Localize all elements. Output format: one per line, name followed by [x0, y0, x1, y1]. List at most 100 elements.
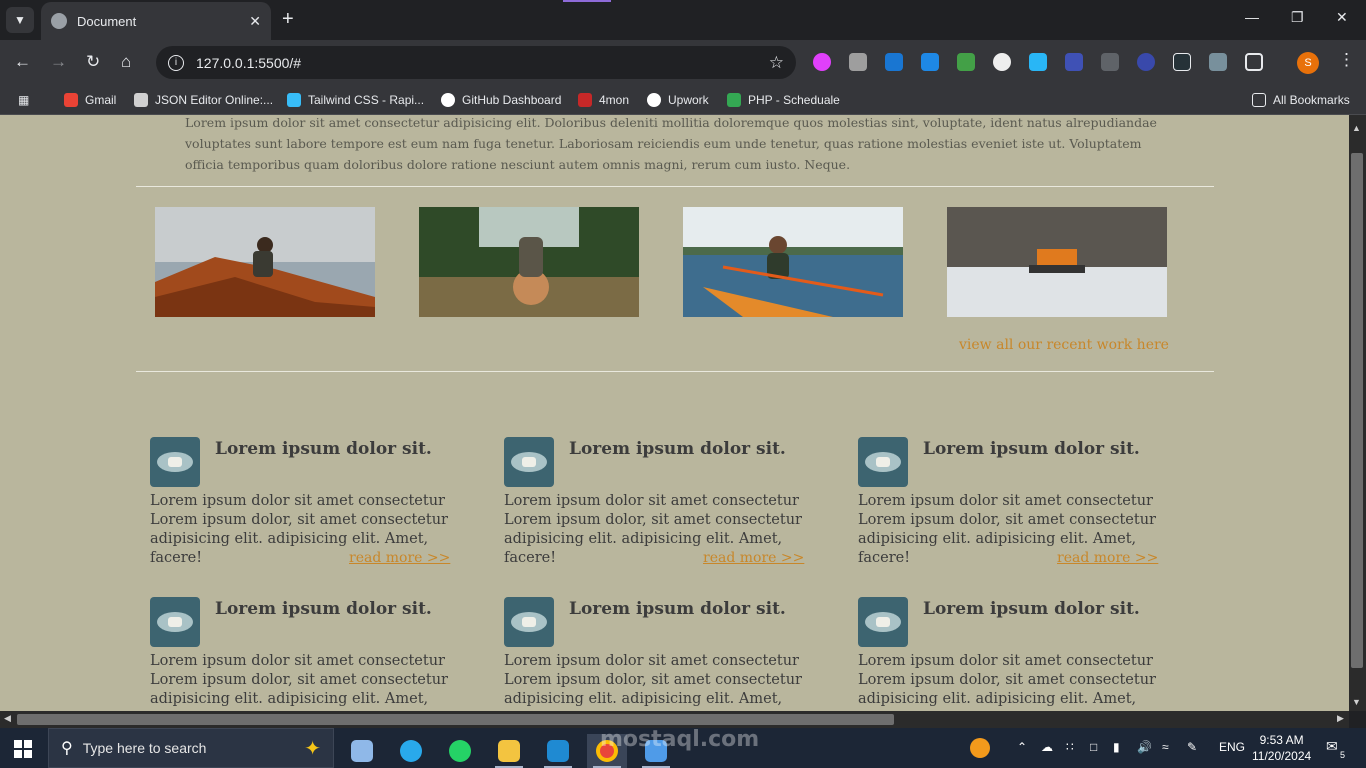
extension-icon[interactable] [957, 53, 975, 71]
extension-icon[interactable] [1173, 53, 1191, 71]
bookmark-github[interactable]: GitHub Dashboard [441, 93, 561, 107]
puzzle-extensions-icon[interactable] [1245, 53, 1263, 71]
minimize-icon[interactable]: — [1245, 9, 1259, 25]
folder-icon [1252, 93, 1266, 107]
extension-icon[interactable] [921, 53, 939, 71]
input-language[interactable]: ENG [1219, 740, 1245, 754]
notification-icon[interactable]: ✉ [1326, 738, 1338, 755]
scroll-down-arrow-icon[interactable]: ▼ [1352, 697, 1361, 707]
bookmark-label: JSON Editor Online:... [155, 93, 274, 107]
weather-icon[interactable] [970, 738, 990, 758]
feature-card: Lorem ipsum dolor sit. Lorem ipsum dolor… [858, 437, 1178, 577]
url-text[interactable]: 127.0.0.1:5500/# [196, 55, 769, 71]
scrollbar-thumb[interactable] [1351, 153, 1363, 668]
bookmark-4mon[interactable]: 4mon [578, 93, 629, 107]
bookmark-label: All Bookmarks [1273, 93, 1350, 107]
restore-icon[interactable]: ❐ [1291, 9, 1304, 26]
tab-search-chevron-icon[interactable]: ▼ [6, 7, 34, 33]
extension-icon[interactable] [993, 53, 1011, 71]
clock-time: 9:53 AM [1259, 733, 1304, 747]
vertical-scrollbar[interactable]: ▲ ▼ [1349, 115, 1366, 711]
bookmark-label: PHP - Scheduale [748, 93, 840, 107]
bookmark-label: GitHub Dashboard [462, 93, 562, 107]
bookmark-star-icon[interactable]: ☆ [769, 53, 784, 73]
kebab-menu-icon[interactable]: ⋮ [1338, 50, 1355, 70]
extension-icon[interactable] [1137, 53, 1155, 71]
extension-icon[interactable] [885, 53, 903, 71]
boat-thumbnail-icon [504, 597, 554, 647]
4mon-icon [578, 93, 592, 107]
read-more-link[interactable]: read more >> [1057, 550, 1158, 566]
scroll-up-arrow-icon[interactable]: ▲ [1352, 123, 1361, 133]
upwork-icon [647, 93, 661, 107]
taskbar-app-vscode[interactable] [538, 734, 578, 768]
scroll-left-arrow-icon[interactable]: ◀ [4, 713, 11, 724]
bookmark-label: 4mon [599, 93, 630, 107]
gallery-image-snowplow[interactable] [947, 207, 1167, 317]
extension-icon[interactable] [1065, 53, 1083, 71]
taskbar-clock[interactable]: 9:53 AM 11/20/2024 [1252, 732, 1311, 764]
eyedropper-extension-icon[interactable] [849, 53, 867, 71]
card-body: Lorem ipsum dolor sit amet consectetur L… [504, 653, 802, 711]
horizontal-scrollbar[interactable]: ◀ ▶ [0, 711, 1349, 728]
gallery-image-jungle[interactable] [419, 207, 639, 317]
profile-avatar[interactable]: S [1297, 52, 1319, 74]
home-icon[interactable]: ⌂ [121, 52, 131, 72]
windows-start-icon[interactable] [14, 740, 32, 758]
bookmark-upwork[interactable]: Upwork [647, 93, 709, 107]
onedrive-cloud-icon[interactable]: ☁ [1041, 740, 1053, 754]
view-all-work-link[interactable]: view all our recent work here [959, 337, 1169, 353]
taskbar-search[interactable]: ⚲ Type here to search ✦ [48, 728, 334, 768]
address-bar[interactable]: i 127.0.0.1:5500/# ☆ [156, 46, 796, 79]
browser-toolbar: ← → ↻ ⌂ i 127.0.0.1:5500/# ☆ S ⋮ [0, 40, 1366, 86]
boat-thumbnail-icon [858, 597, 908, 647]
taskbar-app-notepad[interactable] [342, 734, 382, 768]
tab-document[interactable]: Document ✕ [41, 2, 271, 40]
bluetooth-icon[interactable]: ∷ [1066, 740, 1074, 754]
feature-card: Lorem ipsum dolor sit. Lorem ipsum dolor… [150, 437, 470, 577]
scroll-right-arrow-icon[interactable]: ▶ [1337, 713, 1344, 724]
card-body: Lorem ipsum dolor sit amet consectetur L… [150, 653, 448, 711]
vscode-icon [547, 740, 569, 762]
vpn-icon[interactable]: □ [1090, 740, 1097, 754]
tailwind-icon [287, 93, 301, 107]
json-icon [134, 93, 148, 107]
feature-card: Lorem ipsum dolor sit. Lorem ipsum dolor… [504, 597, 824, 711]
forward-arrow-icon[interactable]: → [50, 52, 67, 72]
extension-icon[interactable] [813, 53, 831, 71]
gallery-image-kayak[interactable] [683, 207, 903, 317]
reload-icon[interactable]: ↻ [86, 52, 100, 72]
bookmark-gmail[interactable]: Gmail [64, 93, 116, 107]
bookmark-tailwind[interactable]: Tailwind CSS - Rapi... [287, 93, 424, 107]
gmail-icon [64, 93, 78, 107]
read-more-link[interactable]: read more >> [703, 550, 804, 566]
new-tab-plus-icon[interactable]: + [282, 8, 294, 30]
close-icon[interactable]: ✕ [249, 13, 261, 30]
shield-extension-icon[interactable] [1209, 53, 1227, 71]
battery-icon[interactable]: ▮ [1113, 740, 1120, 754]
download-extension-icon[interactable] [1029, 53, 1047, 71]
bookmark-php-scheduale[interactable]: PHP - Scheduale [727, 93, 840, 107]
taskbar-app-telegram[interactable] [391, 734, 431, 768]
extension-icon[interactable] [1101, 53, 1119, 71]
gallery-image-hiker[interactable] [155, 207, 375, 317]
bookmark-label: Tailwind CSS - Rapi... [308, 93, 425, 107]
taskbar-app-whatsapp[interactable] [440, 734, 480, 768]
scrollbar-thumb[interactable] [17, 714, 894, 725]
wifi-icon[interactable]: ≈ [1162, 740, 1169, 754]
site-info-icon[interactable]: i [168, 54, 184, 71]
bookmark-json-editor[interactable]: JSON Editor Online:... [134, 93, 273, 107]
taskbar-app-file-explorer[interactable] [489, 734, 529, 768]
search-icon: ⚲ [61, 740, 73, 757]
all-bookmarks[interactable]: All Bookmarks [1252, 93, 1350, 107]
read-more-link[interactable]: read more >> [349, 550, 450, 566]
pen-icon[interactable]: ✎ [1187, 740, 1197, 754]
page-viewport: Lorem ipsum dolor sit amet consectetur a… [0, 115, 1349, 711]
show-hidden-icons-chevron-icon[interactable]: ⌃ [1017, 740, 1027, 754]
boat-thumbnail-icon [858, 437, 908, 487]
volume-icon[interactable]: 🔊 [1137, 740, 1152, 754]
feature-card: Lorem ipsum dolor sit. Lorem ipsum dolor… [858, 597, 1178, 711]
window-close-icon[interactable]: ✕ [1336, 9, 1348, 26]
back-arrow-icon[interactable]: ← [14, 52, 31, 72]
apps-grid-icon[interactable]: ▦ [18, 93, 29, 107]
